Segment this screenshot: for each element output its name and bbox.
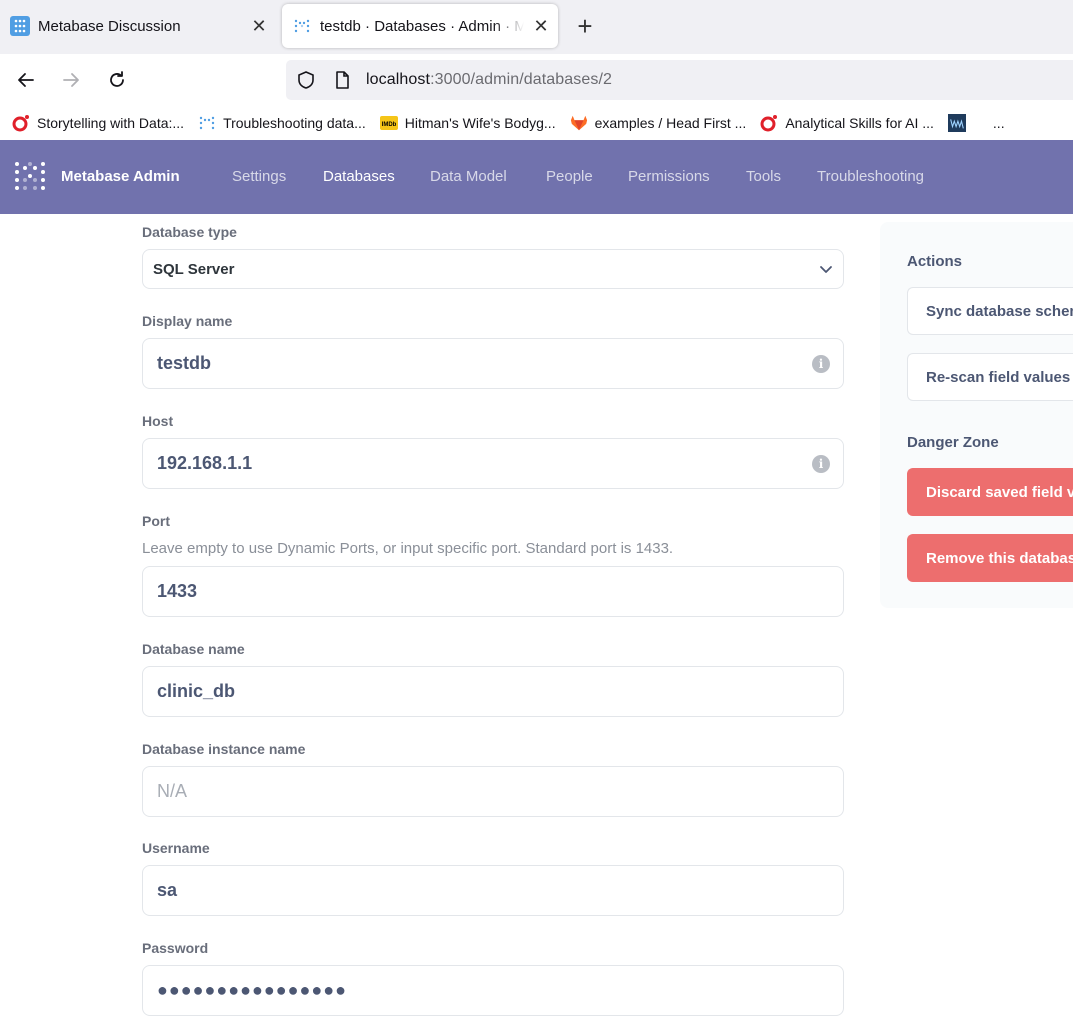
chevron-down-icon	[820, 266, 832, 273]
bookmark-label: Analytical Skills for AI ...	[785, 115, 934, 131]
instance-name-label: Database instance name	[142, 741, 306, 757]
forward-button[interactable]	[55, 64, 87, 96]
bookmark-overflow[interactable]: ...	[993, 115, 1005, 131]
bookmark-label: Storytelling with Data:...	[37, 115, 185, 131]
bookmark-storytelling[interactable]: Storytelling with Data:...	[12, 114, 184, 132]
bookmark-analytical[interactable]: Analytical Skills for AI ...	[760, 114, 934, 132]
bookmark-label: Hitman's Wife's Bodyg...	[404, 115, 556, 131]
display-name-value: testdb	[157, 353, 211, 373]
url-text: localhost:3000/admin/databases/2	[366, 71, 612, 89]
reload-icon	[110, 71, 124, 87]
host-input[interactable]: 192.168.1.1 i	[142, 438, 844, 489]
url-path: :3000/admin/databases/2	[430, 71, 613, 88]
gitlab-icon	[570, 114, 588, 132]
database-name-label: Database name	[142, 641, 245, 657]
metabase-logo-icon[interactable]	[14, 160, 46, 194]
opera-icon	[760, 114, 778, 132]
instance-name-placeholder: N/A	[157, 781, 188, 801]
browser-tab-metabase-discussion[interactable]: Metabase Discussion ✕	[0, 4, 276, 48]
display-name-label: Display name	[142, 313, 233, 329]
nav-troubleshooting[interactable]: Troubleshooting	[817, 168, 924, 185]
shield-icon[interactable]	[296, 70, 316, 90]
browser-tab-testdb[interactable]: testdb · Databases · Admin · Metabase ✕	[282, 4, 558, 48]
opera-icon	[12, 114, 30, 132]
database-type-select[interactable]: SQL Server	[142, 249, 844, 289]
bookmark-label: examples / Head First ...	[594, 115, 747, 131]
tab-close-icon[interactable]: ✕	[524, 16, 558, 37]
bookmarks-bar: Storytelling with Data:... Troubleshooti…	[0, 106, 1073, 140]
metabase-favicon-icon	[10, 16, 30, 36]
bookmark-troubleshooting[interactable]: Troubleshooting data...	[198, 114, 366, 132]
svg-text:IMDb: IMDb	[381, 122, 396, 128]
info-icon[interactable]: i	[812, 454, 830, 473]
info-icon[interactable]: i	[812, 354, 830, 373]
imdb-icon: IMDb	[379, 114, 398, 132]
host-value: 192.168.1.1	[157, 453, 253, 473]
port-label: Port	[142, 513, 170, 529]
username-value: sa	[157, 880, 178, 900]
actions-title: Actions	[907, 253, 963, 270]
instance-name-input[interactable]: N/A	[142, 766, 844, 817]
bookmark-examples[interactable]: examples / Head First ...	[570, 114, 747, 132]
admin-nav-bar: Metabase Admin Settings Databases Data M…	[0, 140, 1073, 214]
host-label: Host	[142, 413, 174, 429]
password-value: ●●●●●●●●●●●●●●●●	[157, 980, 347, 1000]
database-name-value: clinic_db	[157, 681, 236, 701]
remove-database-button[interactable]: Remove this database	[907, 534, 1073, 582]
page-icon[interactable]	[332, 70, 352, 90]
bookmark-hitman[interactable]: IMDb Hitman's Wife's Bodyg...	[379, 114, 556, 132]
port-hint: Leave empty to use Dynamic Ports, or inp…	[142, 540, 674, 557]
bookmark-site[interactable]	[947, 114, 973, 132]
metabase-logo-icon	[294, 19, 310, 33]
tab-title: testdb · Databases · Admin · Metabase	[320, 17, 524, 35]
port-input[interactable]: 1433	[142, 566, 844, 617]
username-label: Username	[142, 840, 210, 856]
bookmark-label: Troubleshooting data...	[223, 115, 366, 131]
password-label: Password	[142, 940, 209, 956]
database-type-label: Database type	[142, 224, 237, 240]
address-bar[interactable]: localhost:3000/admin/databases/2	[286, 60, 1073, 100]
url-host: localhost	[366, 71, 431, 88]
danger-zone-title: Danger Zone	[907, 434, 999, 451]
discard-field-values-button[interactable]: Discard saved field values	[907, 468, 1073, 516]
port-value: 1433	[157, 581, 198, 601]
username-input[interactable]: sa	[142, 865, 844, 916]
bookmark-label: ...	[992, 115, 1005, 131]
arrow-right-icon	[63, 73, 79, 87]
sync-schema-button[interactable]: Sync database schema now	[907, 287, 1073, 335]
nav-data-model[interactable]: Data Model	[430, 168, 507, 185]
admin-brand: Metabase Admin	[61, 168, 180, 185]
nav-permissions[interactable]: Permissions	[628, 168, 710, 185]
display-name-input[interactable]: testdb i	[142, 338, 844, 389]
nav-people[interactable]: People	[546, 168, 593, 185]
reload-button[interactable]	[101, 64, 133, 96]
site-icon	[947, 114, 966, 132]
nav-databases[interactable]: Databases	[323, 168, 395, 185]
nav-tools[interactable]: Tools	[746, 168, 781, 185]
rescan-values-button[interactable]: Re-scan field values now	[907, 353, 1073, 401]
browser-tab-bar: Metabase Discussion ✕ testdb · Databases…	[0, 0, 1073, 54]
tab-title: Metabase Discussion	[38, 17, 181, 35]
tab-close-icon[interactable]: ✕	[242, 16, 276, 37]
database-type-value: SQL Server	[153, 260, 235, 278]
database-name-input[interactable]: clinic_db	[142, 666, 844, 717]
password-input[interactable]: ●●●●●●●●●●●●●●●●	[142, 965, 844, 1016]
metabase-icon	[198, 114, 216, 132]
nav-settings[interactable]: Settings	[232, 168, 286, 185]
back-button[interactable]	[10, 64, 42, 96]
new-tab-button[interactable]: +	[572, 12, 598, 42]
arrow-left-icon	[18, 73, 34, 87]
